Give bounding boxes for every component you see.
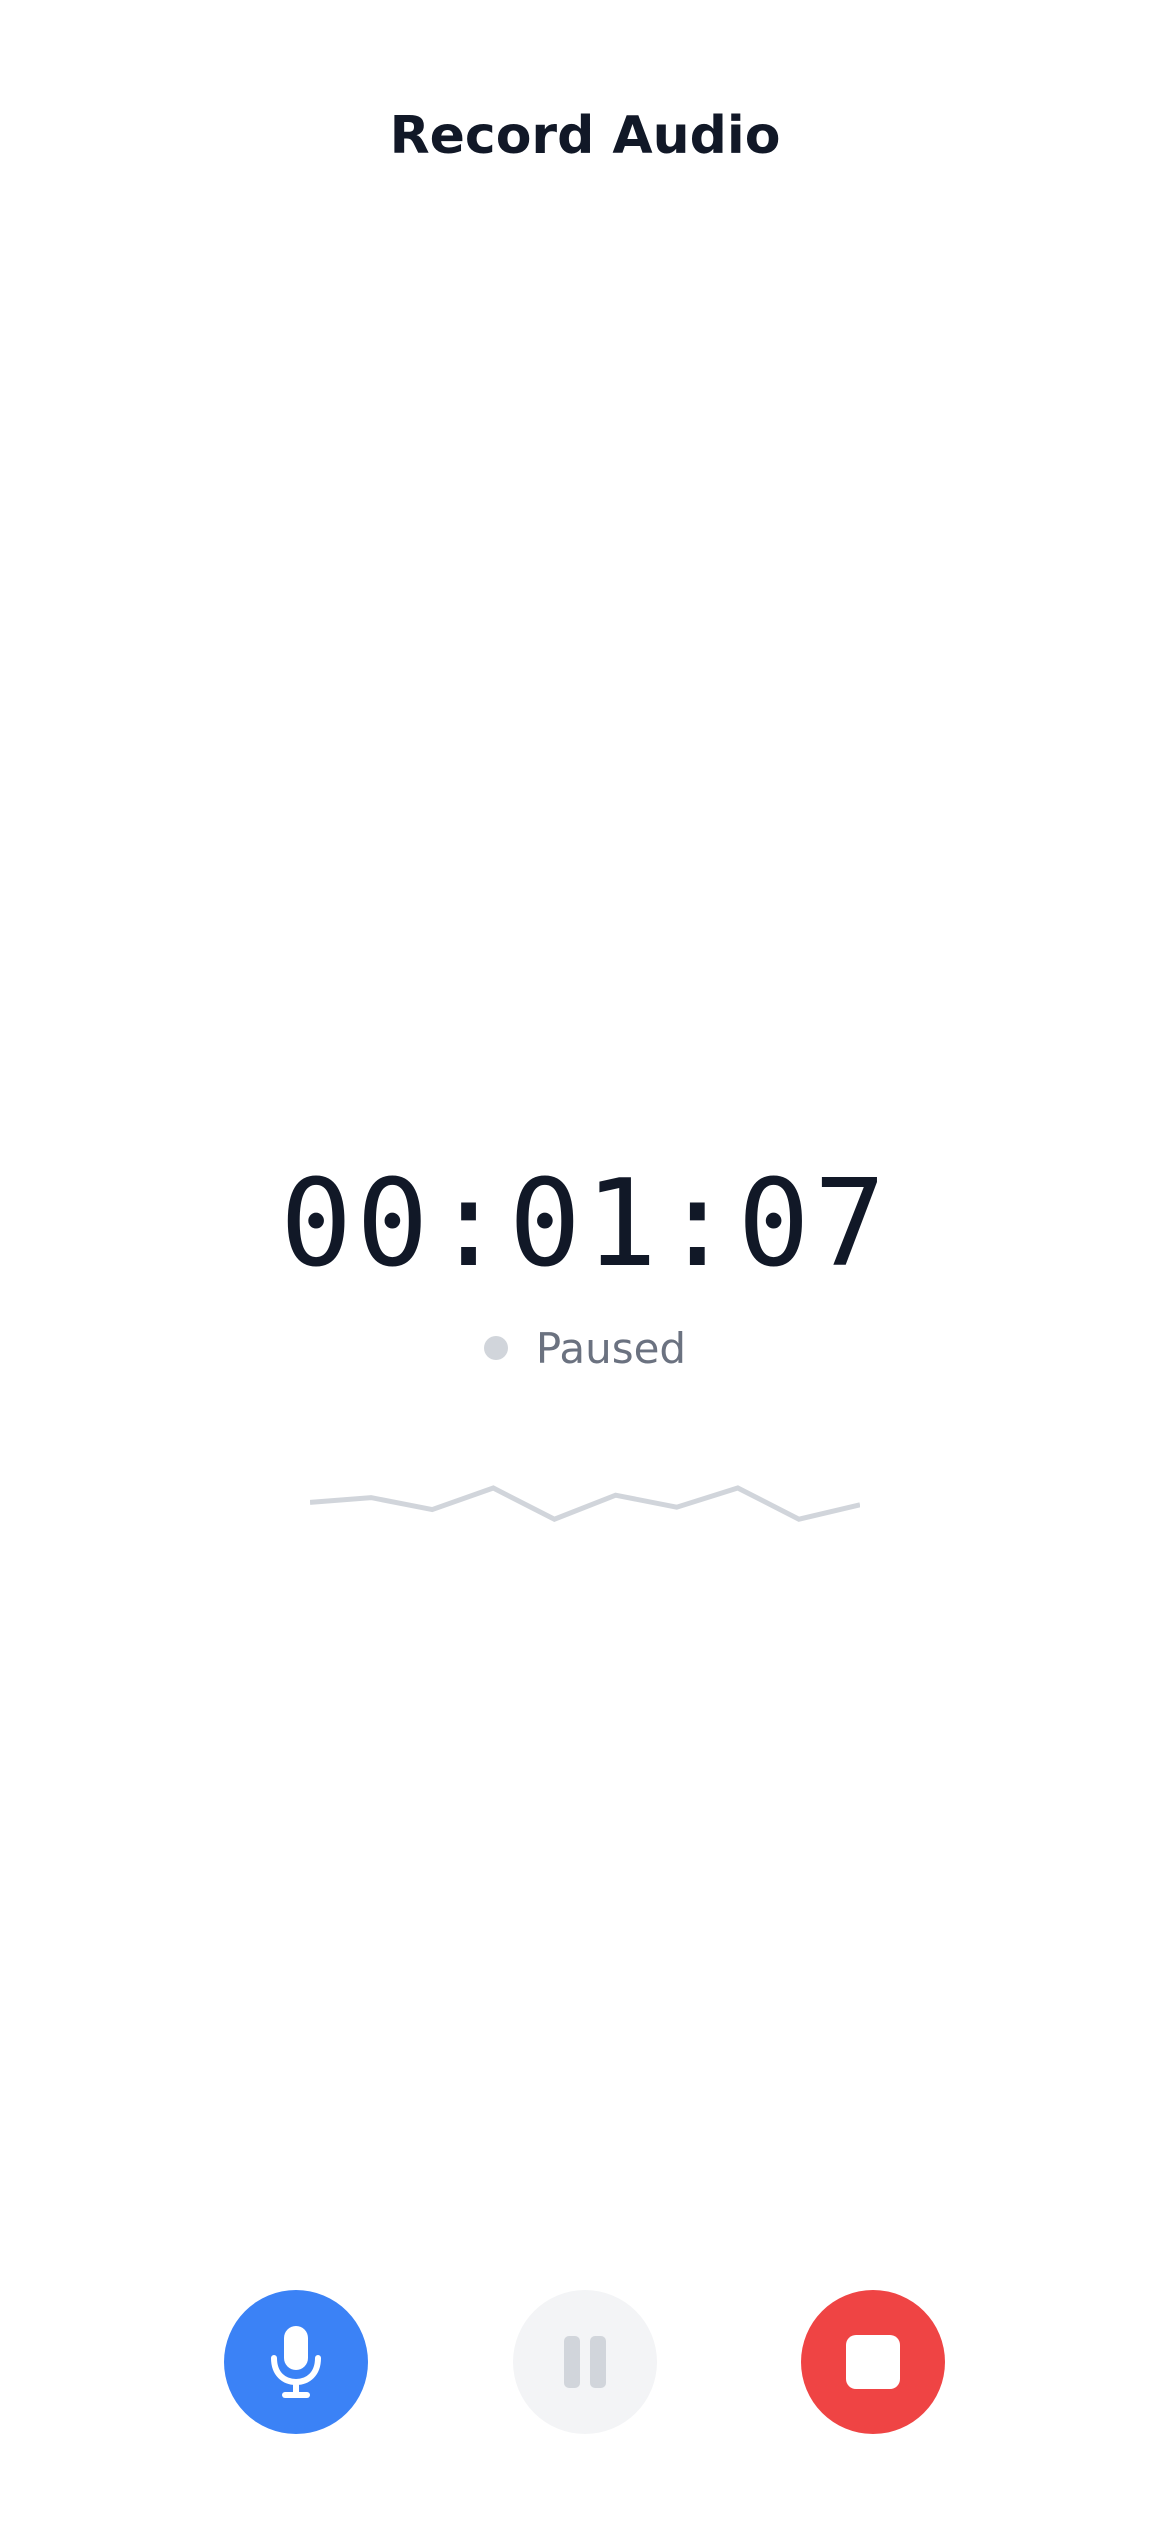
status-label: Paused [535,1323,687,1373]
stop-icon [846,2335,900,2389]
record-audio-screen: Record Audio 00:01:07 Paused [0,0,1170,2532]
status-dot-icon [483,1336,508,1360]
pause-button[interactable] [513,2290,657,2434]
waveform-line [310,1485,860,1522]
recording-status: Paused [0,1320,1170,1376]
waveform [310,1485,860,1522]
page-title: Record Audio [389,106,781,166]
stop-button[interactable] [801,2290,945,2434]
elapsed-timer: 00:01:07 [280,1155,890,1294]
pause-icon [564,2336,606,2388]
record-button[interactable] [224,2290,368,2434]
microphone-icon [271,2326,321,2398]
